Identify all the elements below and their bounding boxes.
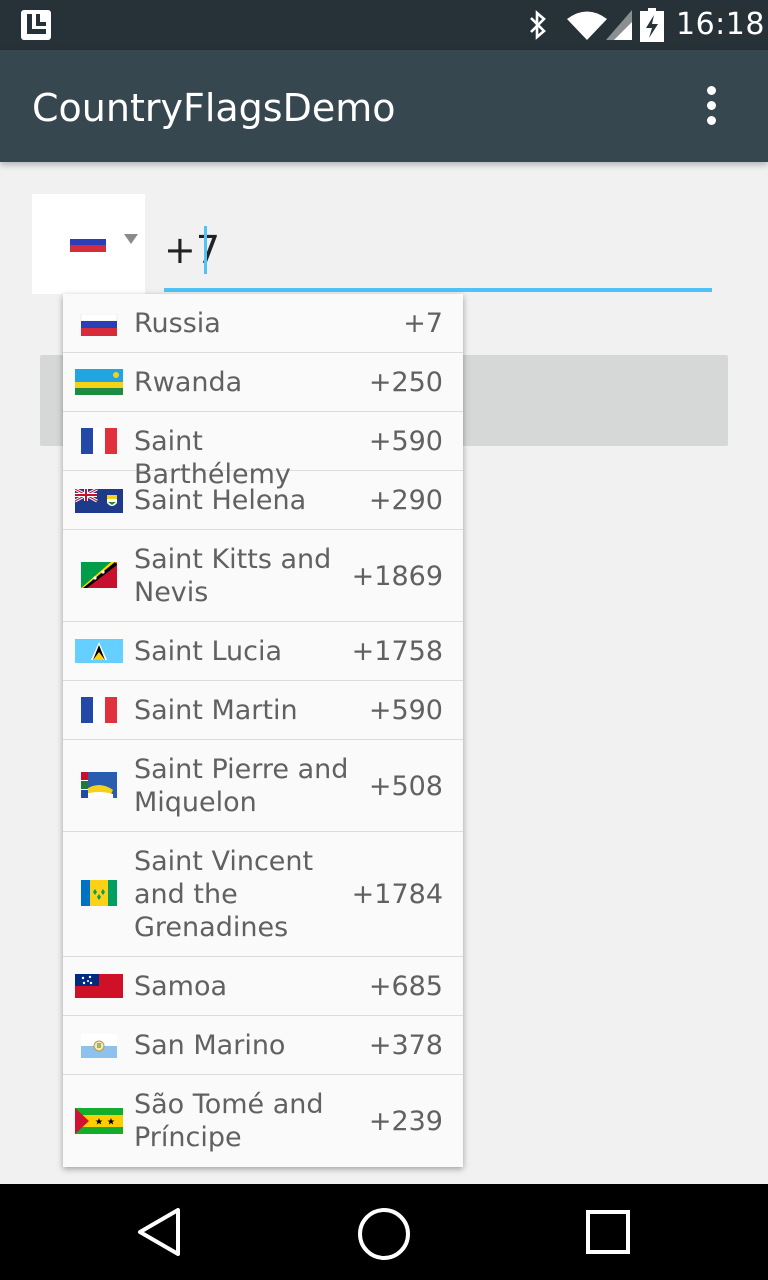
country-item[interactable]: San Marino +378: [63, 1016, 463, 1075]
bluetooth-icon: [530, 10, 546, 40]
samoa-flag-icon: [75, 974, 123, 998]
country-code: +590: [368, 695, 443, 726]
country-name: Rwanda: [134, 367, 243, 398]
battery-icon: [640, 8, 664, 42]
country-name: Saint Lucia: [134, 636, 283, 667]
home-icon[interactable]: [356, 1206, 412, 1262]
country-code: +250: [368, 367, 443, 398]
country-item[interactable]: Samoa +685: [63, 957, 463, 1016]
phone-number-input[interactable]: +7: [164, 220, 712, 292]
wifi-icon: [567, 11, 607, 40]
status-time: 16:18: [676, 7, 765, 42]
country-name: Russia: [134, 308, 221, 339]
saint-vincent-flag-icon: [81, 880, 117, 906]
country-code: +7: [403, 308, 443, 339]
country-item[interactable]: Rwanda +250: [63, 353, 463, 412]
country-name: Saint Martin: [134, 695, 298, 726]
signal-icon: [606, 10, 632, 40]
dropdown-arrow-icon: [124, 234, 138, 244]
france-flag-icon: [81, 428, 117, 454]
france-flag-icon: [81, 697, 117, 723]
saint-lucia-flag-icon: [75, 639, 123, 663]
country-name: San Marino: [134, 1030, 286, 1061]
country-name: Samoa: [134, 971, 228, 1002]
country-item[interactable]: Saint Helena +290: [63, 471, 463, 530]
country-code: +508: [368, 771, 443, 802]
country-code: +685: [368, 971, 443, 1002]
country-name: Saint Helena: [134, 485, 307, 516]
country-code: +1758: [351, 636, 443, 667]
san-marino-flag-icon: [81, 1034, 117, 1058]
app-title: CountryFlagsDemo: [32, 86, 396, 130]
country-item[interactable]: Saint Pierre and Miquelon +508: [63, 740, 463, 832]
saint-pierre-flag-icon: [81, 772, 117, 798]
country-item[interactable]: São Tomé and Príncipe +239: [63, 1075, 463, 1167]
country-code: +239: [368, 1106, 443, 1137]
rwanda-flag-icon: [75, 369, 123, 395]
country-code: +378: [368, 1030, 443, 1061]
navigation-bar: [0, 1184, 768, 1280]
text-cursor: [204, 226, 207, 274]
saint-helena-flag-icon: [75, 489, 123, 513]
country-code: +1869: [351, 561, 443, 592]
country-item[interactable]: Saint Vincent and the Grenadines +1784: [63, 832, 463, 957]
back-icon[interactable]: [136, 1206, 182, 1258]
sao-tome-flag-icon: [75, 1108, 123, 1134]
country-item[interactable]: Saint Lucia +1758: [63, 622, 463, 681]
country-item[interactable]: Saint Kitts and Nevis +1869: [63, 530, 463, 622]
recents-icon[interactable]: [584, 1208, 632, 1256]
country-name: Saint Vincent and the Grenadines: [134, 846, 314, 943]
russia-flag-icon: [70, 232, 106, 252]
russia-flag-icon: [80, 314, 118, 336]
app-icon: [21, 10, 51, 40]
country-code: +290: [368, 485, 443, 516]
status-bar: 16:18: [0, 0, 768, 50]
country-name: Saint Kitts and Nevis: [134, 544, 332, 608]
country-item[interactable]: Russia +7: [63, 294, 463, 353]
country-code: +590: [368, 426, 443, 457]
app-bar: CountryFlagsDemo: [0, 50, 768, 162]
country-item[interactable]: Saint Barthélemy +590: [63, 412, 463, 490]
country-name: Saint Pierre and Miquelon: [134, 754, 349, 818]
phone-number-value: +7: [164, 228, 221, 272]
country-spinner[interactable]: [32, 194, 145, 294]
country-dropdown: Russia +7 Rwanda +250 Saint Barthélemy +…: [63, 294, 463, 1167]
country-item[interactable]: Saint Martin +590: [63, 681, 463, 740]
more-vert-icon[interactable]: [696, 82, 728, 130]
country-code: +1784: [351, 879, 443, 910]
country-name: São Tomé and Príncipe: [134, 1089, 324, 1153]
saint-kitts-flag-icon: [81, 562, 117, 588]
